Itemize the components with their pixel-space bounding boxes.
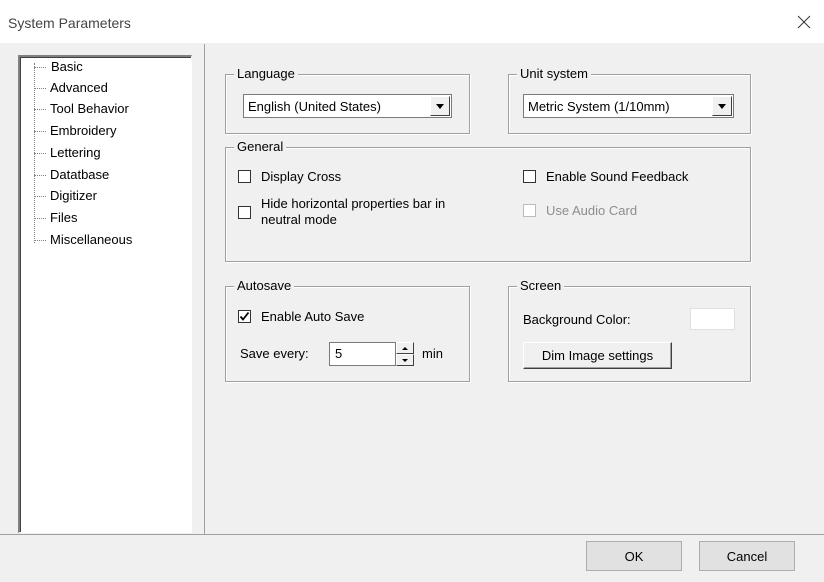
audio-card-checkbox	[523, 204, 536, 217]
dialog-footer: OK Cancel	[0, 534, 824, 582]
spin-down-button[interactable]	[396, 354, 414, 366]
sound-feedback-label: Enable Sound Feedback	[546, 169, 689, 184]
language-dropdown-button[interactable]	[430, 96, 450, 116]
language-group: Language English (United States)	[225, 66, 470, 134]
tree-item-files[interactable]: Files	[34, 208, 77, 228]
arrow-down-icon	[402, 358, 408, 362]
close-icon	[797, 15, 811, 29]
tree-item-advanced[interactable]: Advanced	[34, 78, 108, 98]
unit-system-select-value: Metric System (1/10mm)	[528, 98, 670, 114]
settings-panel: Language English (United States) Unit sy…	[204, 44, 824, 534]
save-every-unit: min	[422, 346, 443, 361]
general-group: General Display Cross Hide horizontal pr…	[225, 139, 751, 262]
close-button[interactable]	[784, 0, 824, 44]
checkmark-icon	[239, 311, 250, 321]
unit-system-dropdown-button[interactable]	[712, 96, 732, 116]
general-group-title: General	[234, 139, 287, 155]
dim-image-settings-label: Dim Image settings	[541, 348, 654, 363]
hide-properties-bar-label-line2: neutral mode	[261, 212, 337, 227]
arrow-up-icon	[402, 346, 408, 350]
tree-item-label: Datatbase	[50, 167, 110, 182]
window-title: System Parameters	[8, 15, 131, 31]
tree-item-database[interactable]: Datatbase	[34, 165, 109, 185]
save-every-label: Save every:	[240, 346, 309, 361]
background-color-label: Background Color:	[523, 312, 631, 327]
cancel-button[interactable]: Cancel	[699, 541, 795, 571]
tree-item-label: Basic	[51, 59, 83, 74]
tree-item-label: Tool Behavior	[50, 101, 129, 116]
unit-system-group-title: Unit system	[517, 66, 591, 82]
dim-image-settings-button[interactable]: Dim Image settings	[523, 342, 672, 369]
background-color-swatch[interactable]	[690, 308, 735, 330]
tree-item-miscellaneous[interactable]: Miscellaneous	[34, 230, 132, 250]
tree-item-tool-behavior[interactable]: Tool Behavior	[34, 99, 129, 119]
enable-auto-save-checkbox[interactable]	[238, 310, 251, 323]
tree-item-label: Embroidery	[50, 123, 117, 138]
ok-button-label: OK	[624, 548, 644, 564]
hide-properties-bar-checkbox[interactable]	[238, 206, 251, 219]
enable-auto-save-label: Enable Auto Save	[261, 309, 365, 324]
display-cross-checkbox[interactable]	[238, 170, 251, 183]
unit-system-group: Unit system Metric System (1/10mm)	[508, 66, 751, 134]
display-cross-label: Display Cross	[261, 169, 342, 184]
tree-item-digitizer[interactable]: Digitizer	[34, 186, 97, 206]
tree-item-label: Advanced	[50, 80, 108, 95]
sound-feedback-checkbox[interactable]	[523, 170, 536, 183]
language-group-title: Language	[234, 66, 298, 82]
save-every-spinner[interactable]	[396, 342, 414, 366]
title-bar: System Parameters	[0, 0, 824, 44]
autosave-group-title: Autosave	[234, 278, 295, 294]
tree-item-embroidery[interactable]: Embroidery	[34, 121, 116, 141]
audio-card-label: Use Audio Card	[546, 203, 638, 218]
tree-item-lettering[interactable]: Lettering	[34, 143, 101, 163]
tree-item-label: Miscellaneous	[50, 232, 133, 247]
screen-group: Screen Background Color: Dim Image setti…	[508, 278, 751, 382]
chevron-down-icon	[718, 103, 726, 109]
hide-properties-bar-label-line1: Hide horizontal properties bar in	[261, 196, 446, 211]
tree-item-label: Lettering	[50, 145, 101, 160]
tree-item-label: Digitizer	[50, 188, 97, 203]
spin-up-button[interactable]	[396, 342, 414, 354]
language-select-value: English (United States)	[248, 98, 381, 114]
save-every-input[interactable]: 5	[329, 342, 396, 366]
autosave-group: Autosave Enable Auto Save Save every: 5 …	[225, 278, 470, 382]
tree-item-label: Files	[50, 210, 78, 225]
unit-system-select[interactable]: Metric System (1/10mm)	[523, 94, 734, 118]
category-tree[interactable]: Basic Advanced Tool Behavior Embroidery …	[18, 55, 192, 533]
screen-group-title: Screen	[517, 278, 565, 294]
cancel-button-label: Cancel	[726, 548, 768, 564]
language-select[interactable]: English (United States)	[243, 94, 452, 118]
chevron-down-icon	[436, 103, 444, 109]
ok-button[interactable]: OK	[586, 541, 682, 571]
tree-item-basic[interactable]: Basic	[34, 57, 84, 77]
